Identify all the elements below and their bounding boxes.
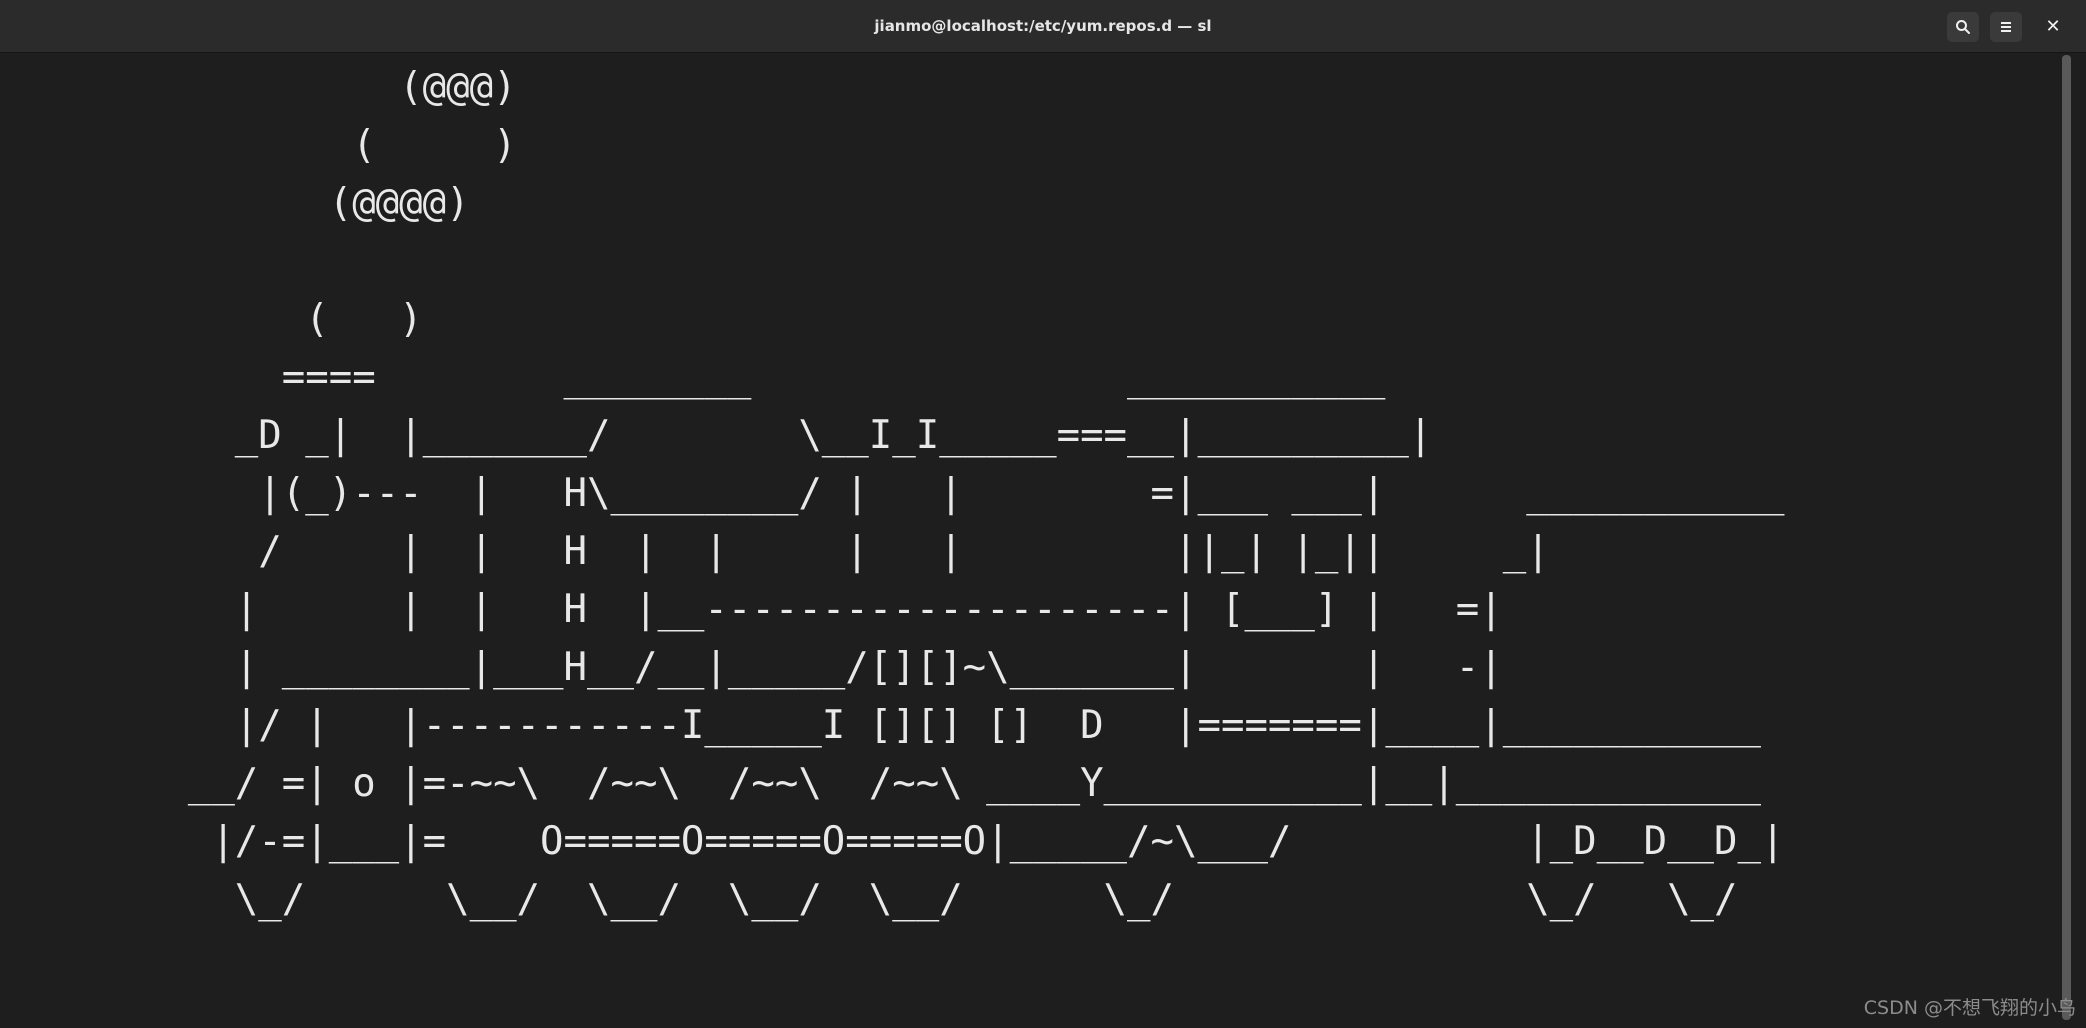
terminal-line: | ________|___H__/__|_____/[][]~\_______…	[0, 645, 1503, 690]
terminal-line: (@@@@)	[0, 181, 470, 226]
title-bar: jianmo@localhost:/etc/yum.repos.d — sl ✕	[0, 0, 2086, 53]
terminal-window: jianmo@localhost:/etc/yum.repos.d — sl ✕…	[0, 0, 2086, 1028]
hamburger-menu-icon	[2001, 22, 2011, 32]
terminal-line: \_/ \__/ \__/ \__/ \__/ \_/ \_/ \_/	[0, 877, 1738, 922]
terminal-line: |(_)--- | H\________/ | | =|___ ___| ___…	[0, 471, 1785, 516]
scrollbar-thumb[interactable]	[2062, 55, 2071, 1020]
terminal-output[interactable]: (@@@) ( ) (@@@@) ( ) ==== ________ _____…	[0, 59, 2060, 1019]
watermark: CSDN @不想飞翔的小鸟	[1863, 997, 2076, 1019]
terminal-line: | | | H |__--------------------| [___] |…	[0, 587, 1503, 632]
close-button[interactable]: ✕	[2037, 12, 2069, 42]
terminal-line: ( )	[0, 297, 423, 342]
close-icon: ✕	[2045, 16, 2061, 37]
terminal-line: __/ =| o |=-~~\ /~~\ /~~\ /~~\ ____Y____…	[0, 761, 1761, 806]
search-icon	[1956, 20, 1970, 34]
menu-button[interactable]	[1990, 12, 2022, 42]
scrollbar[interactable]	[2062, 55, 2071, 1020]
search-button[interactable]	[1947, 12, 1979, 42]
terminal-line: |/ | |-----------I_____I [][] [] D |====…	[0, 703, 1761, 748]
terminal-line: |/-=|___|= O=====O=====O=====O|_____/~\_…	[0, 819, 1785, 864]
window-title: jianmo@localhost:/etc/yum.repos.d — sl	[874, 17, 1212, 35]
terminal-line: ==== ________ ___________	[0, 355, 1386, 400]
terminal-line: _D _| |_______/ \__I_I_____===__|_______…	[0, 413, 1433, 458]
terminal-line: ( )	[0, 123, 517, 168]
terminal-line: / | | H | | | | ||_| |_|| _|	[0, 529, 1550, 574]
terminal-line: (@@@)	[0, 65, 517, 110]
